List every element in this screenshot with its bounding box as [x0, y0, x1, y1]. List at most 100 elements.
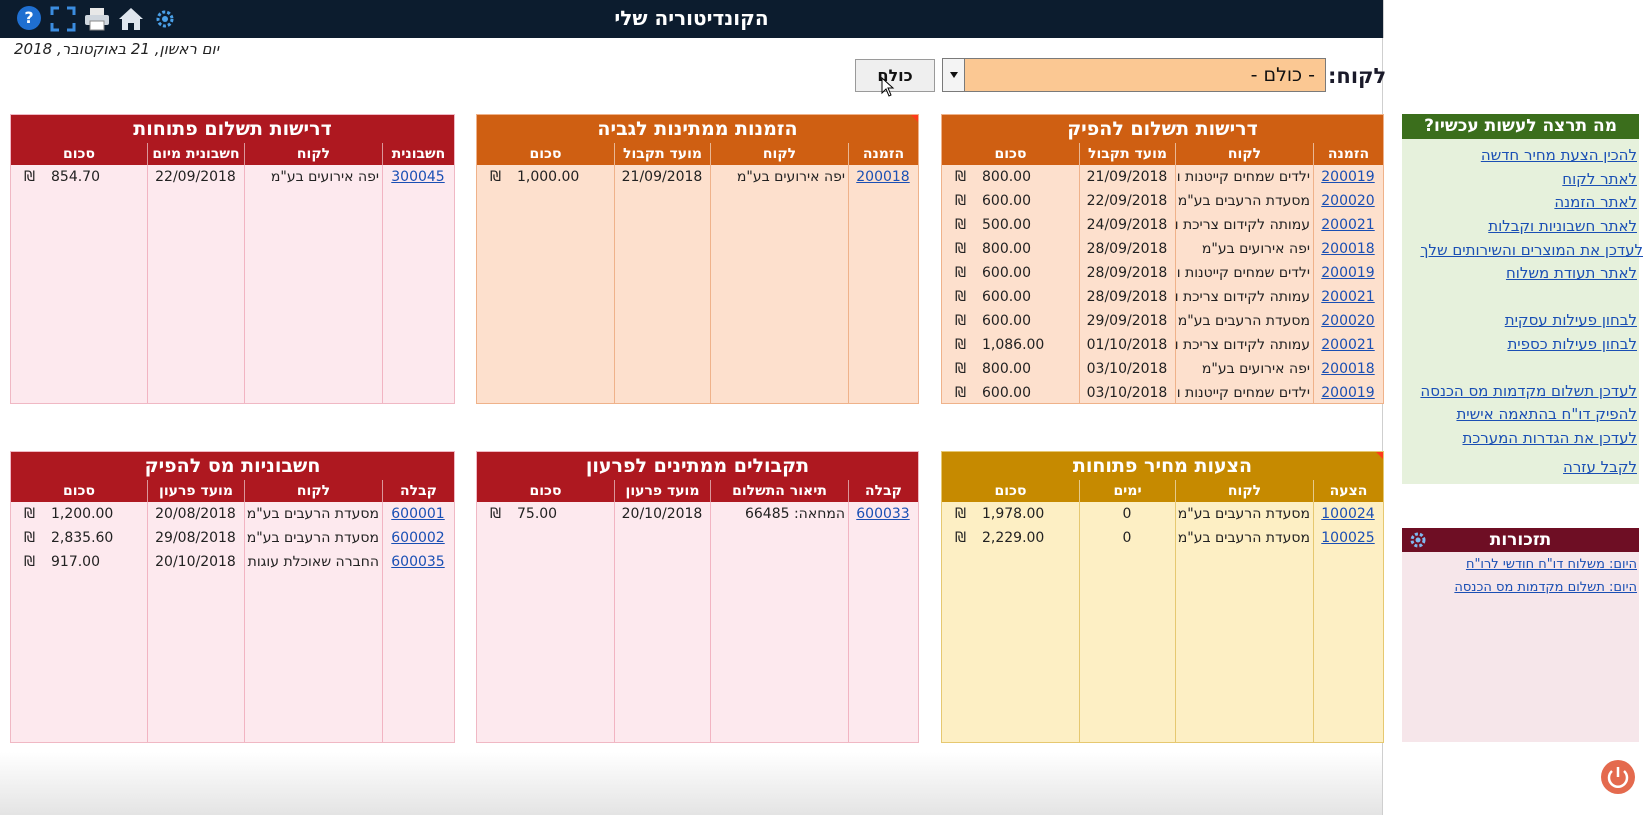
- date-cell: 01/10/2018: [1086, 337, 1168, 353]
- cell-id: 600035: [382, 550, 454, 574]
- column-header: הזמנה: [848, 143, 918, 165]
- column-header: לקוח: [1175, 480, 1313, 502]
- record-link[interactable]: 600001: [391, 506, 444, 522]
- customer-dropdown-button[interactable]: [943, 59, 965, 91]
- date-cell: 03/10/2018: [1086, 361, 1168, 377]
- help-icon[interactable]: ?: [17, 6, 43, 32]
- action-link-custom-report[interactable]: להפיק דו"ח בהתאמה אישית: [1456, 405, 1637, 423]
- currency-cell: ₪: [490, 169, 501, 185]
- currency-cell: ₪: [955, 337, 966, 353]
- table-row: 200021 עמותה לקידום צריכת ו 28/09/2018 600.…: [942, 285, 1383, 309]
- cell-id: 300045: [382, 165, 454, 189]
- table-row: 200018 יפה אירועים בע"מ 21/09/2018 1,000.00…: [477, 165, 918, 189]
- reminders-title-text: תזכורות: [1489, 530, 1552, 550]
- record-link[interactable]: 100024: [1321, 506, 1374, 522]
- amount-cell: 600.00: [982, 193, 1031, 209]
- table-row: 200021 עמותה לקידום צריכת ו 24/09/2018 500.…: [942, 213, 1383, 237]
- panel-header: הצעה לקוח ימים סכום: [942, 480, 1383, 502]
- action-link-system-settings[interactable]: לעדכן את הגדרות המערכת: [1462, 429, 1637, 447]
- currency-cell: ₪: [24, 554, 35, 570]
- customer-cell: ילדים שמחים קייטנות ו: [1176, 385, 1310, 401]
- reminder-item[interactable]: היום: משלוח דו"ח חודשי לרו"ח: [1466, 557, 1637, 572]
- record-link[interactable]: 200018: [856, 169, 909, 185]
- date-cell: 0: [1122, 530, 1132, 546]
- panel-title-text: הזמנות ממתינות לגביה: [597, 118, 798, 140]
- column-header: תיאור התשלום: [710, 480, 848, 502]
- action-link-business-activity[interactable]: לבחון פעילות עסקית: [1505, 311, 1637, 329]
- currency-cell: ₪: [955, 530, 966, 546]
- column-header: סכום: [994, 146, 1027, 162]
- table-row: 200020 מסעדת הרעבים בע"מ 22/09/2018 600.00 ₪: [942, 189, 1383, 213]
- power-button[interactable]: [1601, 760, 1635, 794]
- record-link[interactable]: 100025: [1321, 530, 1374, 546]
- date-cell: 28/09/2018: [1086, 289, 1168, 305]
- currency-cell: ₪: [955, 193, 966, 209]
- record-link[interactable]: 200021: [1321, 337, 1374, 353]
- customer-cell: יפה אירועים בע"מ: [270, 169, 379, 185]
- date-cell: 29/09/2018: [1086, 313, 1168, 329]
- action-link-financial-activity[interactable]: לבחון פעילות כספית: [1507, 335, 1637, 353]
- amount-cell: 1,000.00: [517, 169, 580, 185]
- date-cell: 0: [1122, 506, 1132, 522]
- record-link[interactable]: 200018: [1321, 241, 1374, 257]
- record-link[interactable]: 200019: [1321, 385, 1374, 401]
- settings-icon[interactable]: [152, 6, 178, 32]
- table-row: 100024 מסעדת הרעבים בע"מ 0 1,978.00 ₪: [942, 502, 1383, 526]
- customer-cell: מסעדת הרעבים בע"מ: [1177, 313, 1310, 329]
- action-link-find-customer[interactable]: לאתר לקוח: [1562, 170, 1637, 188]
- print-icon[interactable]: [84, 6, 110, 32]
- top-bar-blank: [1383, 0, 1650, 38]
- fullscreen-icon[interactable]: [50, 6, 76, 32]
- column-header: הצעה: [1313, 480, 1383, 502]
- action-link-find-invoices[interactable]: לאתר חשבוניות וקבלות: [1488, 217, 1637, 235]
- panel-open-payment-requests: דרישות תשלום פתוחות חשבונית לקוח חשבונית…: [10, 114, 455, 404]
- record-link[interactable]: 200018: [1321, 361, 1374, 377]
- home-icon[interactable]: [118, 6, 144, 32]
- date-cell: 03/10/2018: [1086, 385, 1168, 401]
- record-link[interactable]: 600002: [391, 530, 444, 546]
- record-link[interactable]: 600035: [391, 554, 444, 570]
- action-link-find-order[interactable]: לאתר הזמנה: [1554, 193, 1637, 211]
- panel-payment-requests: דרישות תשלום להפיק הזמנה לקוח מועד תקבול…: [941, 114, 1384, 404]
- amount-cell: 1,086.00: [982, 337, 1045, 353]
- record-link[interactable]: 200021: [1321, 289, 1374, 305]
- gear-icon[interactable]: [1408, 530, 1428, 550]
- action-link-get-help[interactable]: לקבל עזרה: [1563, 458, 1637, 476]
- panel-title: הזמנות ממתינות לגביה: [477, 115, 918, 143]
- all-customers-button[interactable]: כולם: [855, 59, 935, 92]
- column-header: סכום: [994, 483, 1027, 499]
- date-cell: 20/10/2018: [621, 506, 703, 522]
- amount-cell: 600.00: [982, 385, 1031, 401]
- customer-cell: מסעדת הרעבים בע"מ: [246, 506, 379, 522]
- column-header: מועד תקבול: [1079, 143, 1175, 165]
- record-link[interactable]: 200019: [1321, 265, 1374, 281]
- action-link-new-quote[interactable]: להכין הצעת מחיר חדשה: [1481, 146, 1637, 164]
- column-header: קבלה: [848, 480, 918, 502]
- action-link-find-delivery-note[interactable]: לאתר תעודת משלוח: [1506, 264, 1637, 282]
- column-header: לקוח: [1175, 143, 1313, 165]
- date-cell: 28/09/2018: [1086, 241, 1168, 257]
- currency-cell: ₪: [24, 506, 35, 522]
- reminder-item[interactable]: היום: תשלום מקדמות מס הכנסה: [1454, 580, 1637, 595]
- current-date: יום ראשון, 21 באוקטובר, 2018: [14, 40, 219, 58]
- record-link[interactable]: 300045: [391, 169, 444, 185]
- cell-id: 200020: [1313, 309, 1383, 333]
- record-link[interactable]: 600033: [856, 506, 909, 522]
- customer-select[interactable]: - כולם -: [942, 58, 1326, 92]
- record-link[interactable]: 200020: [1321, 193, 1374, 209]
- record-link[interactable]: 200019: [1321, 169, 1374, 185]
- currency-cell: ₪: [955, 313, 966, 329]
- record-link[interactable]: 200020: [1321, 313, 1374, 329]
- amount-cell: 854.70: [51, 169, 100, 185]
- panel-title: דרישות תשלום להפיק: [942, 115, 1383, 143]
- action-link-update-products[interactable]: לעדכן את המוצרים והשירותים שלך: [1420, 241, 1643, 259]
- column-header: סכום: [63, 146, 95, 162]
- cell-id: 200019: [1313, 261, 1383, 285]
- record-link[interactable]: 200021: [1321, 217, 1374, 233]
- amount-cell: 1,978.00: [982, 506, 1045, 522]
- customer-cell: מסעדת הרעבים בע"מ: [1177, 506, 1310, 522]
- currency-cell: ₪: [955, 265, 966, 281]
- action-link-tax-advance[interactable]: לעדכן תשלום מקדמות מס הכנסה: [1420, 382, 1637, 400]
- amount-cell: 800.00: [982, 361, 1031, 377]
- customer-label: לקוח:: [1328, 64, 1387, 88]
